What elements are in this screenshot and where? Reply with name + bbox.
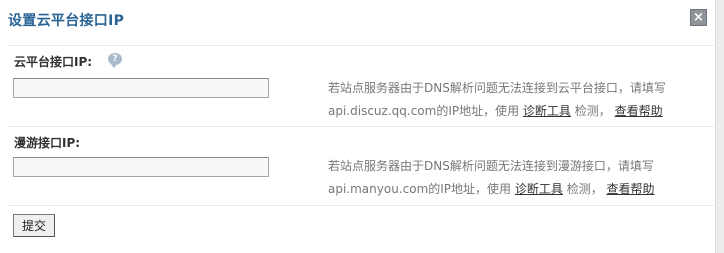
footer-divider (8, 205, 714, 206)
cloud-ip-hint: 若站点服务器由于DNS解析问题无法连接到云平台接口，请填写 api.discuz… (328, 77, 708, 123)
manyou-hint-mid: 检测， (562, 182, 607, 196)
window-edge (715, 0, 724, 253)
submit-button[interactable]: 提交 (13, 214, 55, 237)
manyou-hint-prefix: api.manyou.com的IP地址，使用 (328, 182, 515, 196)
dialog: 设置云平台接口IP × 云平台接口IP: ? 若站点服务器由于DNS解析问题无法… (0, 0, 724, 253)
cloud-help-link[interactable]: 查看帮助 (615, 104, 663, 118)
close-button[interactable]: × (690, 9, 707, 26)
manyou-ip-label: 漫游接口IP: (14, 136, 81, 150)
manyou-hint-line1: 若站点服务器由于DNS解析问题无法连接到漫游接口，请填写 (328, 159, 654, 173)
manyou-ip-hint: 若站点服务器由于DNS解析问题无法连接到漫游接口，请填写 api.manyou.… (328, 155, 708, 201)
close-icon: × (693, 10, 704, 25)
manyou-ip-input[interactable] (13, 157, 269, 177)
cloud-ip-label: 云平台接口IP: (14, 55, 93, 69)
manyou-help-link[interactable]: 查看帮助 (607, 182, 655, 196)
cloud-ip-input[interactable] (13, 78, 269, 98)
cloud-hint-line1: 若站点服务器由于DNS解析问题无法连接到云平台接口，请填写 (328, 81, 666, 95)
cloud-hint-line2: api.discuz.qq.com的IP地址，使用 诊断工具 检测， 查看帮助 (328, 100, 708, 123)
manyou-diagnose-link[interactable]: 诊断工具 (515, 182, 563, 196)
dialog-title: 设置云平台接口IP (8, 13, 125, 29)
cloud-hint-mid: 检测， (570, 104, 615, 118)
row-divider (8, 126, 714, 127)
manyou-hint-line2: api.manyou.com的IP地址，使用 诊断工具 检测， 查看帮助 (328, 178, 708, 201)
cloud-hint-prefix: api.discuz.qq.com的IP地址，使用 (328, 104, 523, 118)
title-divider (8, 45, 714, 46)
help-bubble-icon[interactable]: ? (108, 53, 122, 68)
cloud-diagnose-link[interactable]: 诊断工具 (523, 104, 571, 118)
